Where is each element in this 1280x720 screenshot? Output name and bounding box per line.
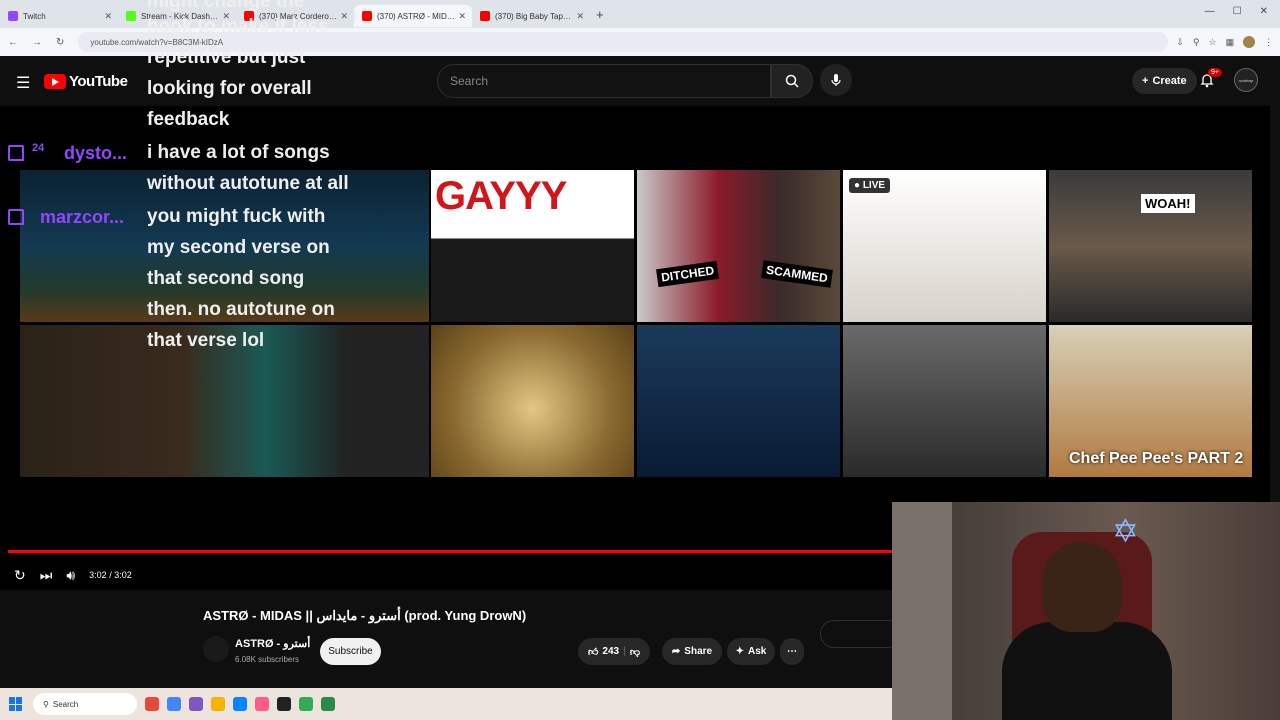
volume-icon[interactable]: 🔊︎ [66,567,75,584]
youtube-icon [480,11,490,21]
subscriber-count: 6.08K subscribers [235,655,300,664]
video-title: ASTRØ - MIDAS || أسترو - مايداس (prod. Y… [203,608,527,623]
webcam-overlay: ✡ [892,502,1280,720]
chat-message-line: that verse lol [147,330,265,351]
thumbnail-text: GAYYY [435,174,567,218]
ask-button[interactable]: ✦ Ask [727,638,775,665]
share-icon: ➦ [671,646,681,657]
close-window-icon[interactable]: ✕ [1260,6,1268,17]
chat-message-line: my second verse on [147,237,330,258]
end-screen-thumbnail[interactable] [431,325,634,477]
channel-avatar[interactable] [203,636,229,662]
chat-overlay: might change the hook to make it less re… [0,0,420,355]
time-display: 3:02 / 3:02 [89,570,132,580]
taskbar-app-icon[interactable] [299,697,313,711]
search-icon: ⚲ [43,699,49,709]
chat-message-line: feedback [147,109,230,130]
subscribe-button[interactable]: Subscribe [320,638,381,665]
notifications-badge: 9+ [1208,68,1222,77]
chat-message-line: you might fuck with [147,206,326,227]
address-icons: ⇩ ⚲ ☆ ▦ ⋮ [1176,36,1273,48]
more-actions-button[interactable]: ⋯ [780,638,804,665]
replay-icon[interactable]: ↻ [14,567,26,584]
close-icon[interactable]: ✕ [458,11,466,22]
account-avatar[interactable]: rudebap [1234,68,1258,92]
thumbnail-text: SCAMMED [761,260,833,288]
taskbar-app-icon[interactable] [145,697,159,711]
taskbar-app-icon[interactable] [233,697,247,711]
taskbar-search[interactable]: ⚲ Search [33,693,137,715]
twitch-icon [8,145,24,161]
twitch-icon [8,209,24,225]
chat-message-line: looking for overall [147,78,312,99]
sparkle-icon: ✦ [735,646,745,657]
microphone-icon [831,74,841,86]
menu-dots-icon[interactable]: ⋮ [1264,37,1273,48]
zoom-icon[interactable]: ⚲ [1193,37,1200,48]
profile-avatar[interactable] [1243,36,1256,48]
maximize-icon[interactable]: ☐ [1233,6,1242,17]
create-button[interactable]: + Create [1132,68,1197,94]
install-icon[interactable]: ⇩ [1176,37,1184,48]
like-count[interactable]: 243 [602,646,619,657]
extensions-icon[interactable]: ▦ [1226,37,1235,48]
taskbar-app-icon[interactable] [321,697,335,711]
end-screen-thumbnail[interactable] [637,325,840,477]
chat-message-line: hook to make it less [147,16,329,37]
window-controls: — ☐ ✕ [1205,6,1268,17]
dislike-icon[interactable]: 👎︎ [630,646,640,658]
star-decoration-icon: ✡ [1112,513,1139,549]
like-dislike-group: 👍︎ 243 | 👎︎ [578,638,650,665]
progress-bar[interactable] [8,550,892,553]
chat-message-line: repetitive but just [147,47,306,68]
chat-message-line: i have a lot of songs [147,142,330,163]
end-screen-thumbnail[interactable]: DITCHED SCAMMED [637,170,840,322]
thumbnail-text: DITCHED [656,260,720,288]
taskbar-app-icon[interactable] [167,697,181,711]
webcam-person-head [1042,542,1122,632]
end-screen-thumbnail[interactable]: WOAH! [1049,170,1252,322]
next-icon[interactable]: ⏭ [40,567,53,584]
end-screen-thumbnail[interactable]: Chef Pee Pee's PART 2 [1049,325,1252,477]
voice-search-button[interactable] [820,64,852,96]
webcam-background [892,502,952,720]
chip-outline[interactable] [820,620,902,648]
minimize-icon[interactable]: — [1205,6,1215,17]
chat-message-line: that second song [147,268,305,289]
taskbar-app-icon[interactable] [277,697,291,711]
plus-icon: + [1142,75,1149,87]
close-icon[interactable]: ✕ [576,11,584,22]
bookmark-star-icon[interactable]: ☆ [1209,37,1217,48]
windows-start-icon[interactable] [9,697,23,711]
new-tab-button[interactable]: + [596,7,604,22]
search-icon [785,74,799,88]
player-controls: ↻ ⏭ 🔊︎ 3:02 / 3:02 [0,561,892,589]
taskbar-app-icon[interactable] [211,697,225,711]
windows-taskbar: ⚲ Search [0,688,892,720]
like-icon[interactable]: 👍︎ [588,646,598,658]
browser-tab-youtube-3[interactable]: (370) Big Baby Tape & Aarne -✕ [472,5,590,27]
thumbnail-text: WOAH! [1141,194,1195,213]
more-dots-icon: ⋯ [787,646,797,657]
end-screen-thumbnail[interactable]: GAYYY [431,170,634,322]
channel-name[interactable]: ASTRØ - أسترو [235,637,310,650]
share-button[interactable]: ➦ Share [662,638,722,665]
chat-message-line: without autotune at all [147,173,349,194]
search-input[interactable]: Search [437,64,771,98]
search-button[interactable] [771,64,813,98]
webcam-person-body [1002,622,1172,720]
chat-badge: 24 [32,142,45,154]
live-badge: ● LIVE [849,178,891,193]
end-screen-thumbnail[interactable] [843,325,1046,477]
taskbar-app-icon[interactable] [255,697,269,711]
video-details: ASTRØ - MIDAS || أسترو - مايداس (prod. Y… [0,590,902,688]
chat-username: marzcor... [40,207,125,227]
chat-username: dysto... [64,143,128,163]
chat-message-line: then. no autotune on [147,299,335,320]
end-screen-thumbnail[interactable]: ● LIVE [843,170,1046,322]
taskbar-app-icon[interactable] [189,697,203,711]
thumbnail-text: Chef Pee Pee's PART 2 [1069,450,1244,467]
